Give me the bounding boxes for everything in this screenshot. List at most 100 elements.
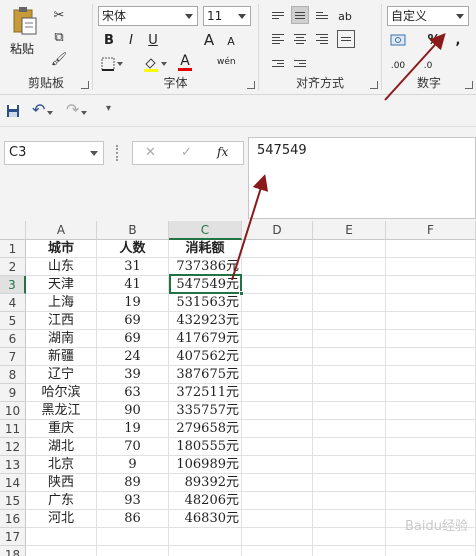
row-header[interactable]: 17 (0, 528, 26, 546)
row-header[interactable]: 14 (0, 474, 26, 492)
row-header[interactable]: 6 (0, 330, 26, 348)
row-header[interactable]: 2 (0, 258, 26, 276)
paste-button[interactable]: 粘贴 (10, 40, 34, 57)
table-cell[interactable]: 89392元 (169, 474, 242, 492)
table-cell[interactable]: 387675元 (169, 366, 242, 384)
table-cell[interactable] (242, 348, 313, 366)
table-cell[interactable] (313, 330, 386, 348)
table-cell[interactable]: 河北 (26, 510, 97, 528)
table-cell[interactable] (242, 474, 313, 492)
row-header[interactable]: 15 (0, 492, 26, 510)
row-header[interactable]: 8 (0, 366, 26, 384)
table-cell[interactable] (242, 456, 313, 474)
table-cell[interactable] (386, 348, 476, 366)
table-cell[interactable]: 湖南 (26, 330, 97, 348)
table-cell[interactable]: 417679元 (169, 330, 242, 348)
table-cell[interactable] (242, 402, 313, 420)
table-cell[interactable]: 432923元 (169, 312, 242, 330)
table-cell[interactable]: 39 (97, 366, 169, 384)
table-cell[interactable]: 陕西 (26, 474, 97, 492)
table-cell[interactable] (313, 438, 386, 456)
cut-icon[interactable]: ✂ (50, 6, 68, 24)
table-cell[interactable]: 335757元 (169, 402, 242, 420)
table-cell[interactable] (26, 528, 97, 546)
number-launcher-icon[interactable] (465, 81, 473, 89)
align-bottom-icon[interactable] (313, 6, 331, 24)
table-cell[interactable]: 19 (97, 420, 169, 438)
underline-button[interactable]: U (145, 30, 161, 50)
row-header[interactable]: 3 (0, 276, 26, 294)
table-cell[interactable] (386, 276, 476, 294)
font-name-select[interactable]: 宋体 (98, 6, 198, 26)
table-cell[interactable]: 93 (97, 492, 169, 510)
copy-icon[interactable]: ⧉ (50, 28, 68, 46)
table-cell[interactable]: 新疆 (26, 348, 97, 366)
table-cell[interactable]: 人数 (97, 240, 169, 258)
row-header[interactable]: 5 (0, 312, 26, 330)
table-cell[interactable]: 24 (97, 348, 169, 366)
table-cell[interactable]: 69 (97, 330, 169, 348)
save-icon[interactable] (6, 104, 20, 118)
table-cell[interactable]: 70 (97, 438, 169, 456)
table-cell[interactable] (242, 312, 313, 330)
table-cell[interactable]: 山东 (26, 258, 97, 276)
select-all-corner[interactable] (0, 221, 26, 240)
font-size-select[interactable]: 11 (203, 6, 251, 26)
resize-dots-icon[interactable] (116, 145, 119, 161)
table-cell[interactable] (313, 402, 386, 420)
align-middle-icon[interactable] (291, 6, 309, 24)
table-cell[interactable] (386, 420, 476, 438)
decrease-indent-icon[interactable] (269, 54, 287, 72)
table-cell[interactable] (97, 546, 169, 556)
table-cell[interactable]: 89 (97, 474, 169, 492)
alignment-launcher-icon[interactable] (370, 81, 378, 89)
customize-toolbar-icon[interactable]: ▾ (106, 103, 111, 114)
table-cell[interactable] (313, 510, 386, 528)
align-left-icon[interactable] (269, 30, 287, 48)
comma-button[interactable]: , (450, 30, 466, 50)
table-cell[interactable]: 31 (97, 258, 169, 276)
align-center-icon[interactable] (291, 30, 309, 48)
table-cell[interactable] (313, 492, 386, 510)
table-cell[interactable]: 46830元 (169, 510, 242, 528)
table-cell[interactable]: 广东 (26, 492, 97, 510)
table-cell[interactable] (386, 402, 476, 420)
table-cell[interactable] (313, 456, 386, 474)
row-header[interactable]: 10 (0, 402, 26, 420)
column-header-a[interactable]: A (26, 221, 97, 240)
increase-decimal-button[interactable]: .00 (390, 56, 406, 76)
table-cell[interactable] (386, 330, 476, 348)
table-cell[interactable] (169, 528, 242, 546)
table-cell[interactable] (313, 528, 386, 546)
table-cell[interactable]: 531563元 (169, 294, 242, 312)
table-cell[interactable] (169, 546, 242, 556)
table-cell[interactable]: 69 (97, 312, 169, 330)
table-cell[interactable] (242, 276, 313, 294)
table-cell[interactable] (26, 546, 97, 556)
column-header-d[interactable]: D (242, 221, 313, 240)
table-cell[interactable] (242, 366, 313, 384)
table-cell[interactable]: 消耗额 (169, 240, 242, 258)
increase-indent-icon[interactable] (291, 54, 309, 72)
table-cell[interactable]: 180555元 (169, 438, 242, 456)
table-cell[interactable] (386, 258, 476, 276)
table-cell[interactable]: 湖北 (26, 438, 97, 456)
table-cell[interactable] (242, 294, 313, 312)
table-cell[interactable]: 北京 (26, 456, 97, 474)
table-cell[interactable] (242, 420, 313, 438)
table-cell[interactable] (313, 546, 386, 556)
table-cell[interactable]: 279658元 (169, 420, 242, 438)
column-header-f[interactable]: F (386, 221, 476, 240)
table-cell[interactable] (242, 492, 313, 510)
table-cell[interactable]: 天津 (26, 276, 97, 294)
insert-function-icon[interactable]: fx (217, 145, 228, 159)
table-cell[interactable]: 90 (97, 402, 169, 420)
table-cell[interactable]: 19 (97, 294, 169, 312)
paste-icon[interactable] (12, 6, 38, 36)
table-cell[interactable]: 城市 (26, 240, 97, 258)
merge-center-icon[interactable] (337, 30, 355, 48)
table-cell[interactable]: 黑龙江 (26, 402, 97, 420)
row-header[interactable]: 11 (0, 420, 26, 438)
row-header[interactable]: 7 (0, 348, 26, 366)
clipboard-launcher-icon[interactable] (81, 81, 89, 89)
